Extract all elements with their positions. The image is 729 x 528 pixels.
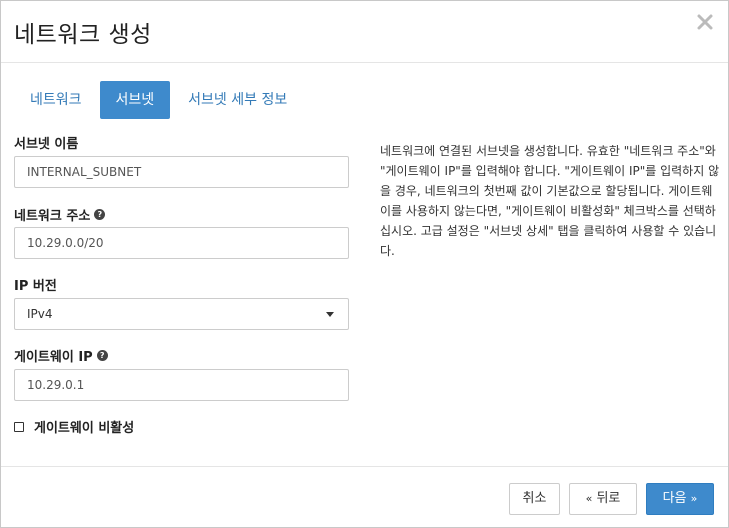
network-address-label: 네트워크 주소 ? bbox=[14, 205, 106, 224]
disable-gateway-checkbox[interactable] bbox=[14, 421, 24, 432]
close-button[interactable] bbox=[696, 13, 714, 31]
modal-header: 네트워크 생성 bbox=[1, 1, 728, 63]
help-icon[interactable]: ? bbox=[94, 209, 106, 220]
tab-network[interactable]: 네트워크 bbox=[14, 81, 98, 119]
ip-version-select[interactable]: IPv4 bbox=[14, 298, 349, 330]
back-button[interactable]: « 뒤로 bbox=[569, 483, 637, 515]
wizard-tabs: 네트워크 서브넷 서브넷 세부 정보 bbox=[14, 81, 305, 119]
chevron-left-icon: « bbox=[585, 492, 593, 505]
close-icon bbox=[697, 14, 713, 30]
caret-down-icon bbox=[326, 312, 334, 317]
tab-subnet-details[interactable]: 서브넷 세부 정보 bbox=[172, 81, 303, 119]
gateway-ip-input[interactable] bbox=[14, 369, 349, 401]
gateway-ip-label: 게이트웨이 IP ? bbox=[14, 346, 108, 365]
disable-gateway-label[interactable]: 게이트웨이 비활성 bbox=[34, 417, 134, 436]
help-text: 네트워크에 연결된 서브넷을 생성합니다. 유효한 "네트워크 주소"와 "게이… bbox=[380, 144, 720, 258]
next-button[interactable]: 다음 » bbox=[646, 483, 714, 515]
modal-footer: 취소 « 뒤로 다음 » bbox=[1, 466, 728, 528]
ip-version-label: IP 버전 bbox=[14, 279, 57, 294]
modal-title: 네트워크 생성 bbox=[14, 22, 152, 48]
chevron-right-icon: » bbox=[690, 492, 698, 505]
subnet-name-input[interactable] bbox=[14, 156, 349, 188]
disable-gateway-row: 게이트웨이 비활성 bbox=[14, 417, 134, 436]
cancel-button[interactable]: 취소 bbox=[509, 483, 560, 515]
create-network-modal: 네트워크 생성 네트워크 서브넷 서브넷 세부 정보 서브넷 이름 네트워크 주… bbox=[0, 0, 729, 528]
subnet-name-label: 서브넷 이름 bbox=[14, 137, 79, 152]
help-icon[interactable]: ? bbox=[96, 350, 108, 361]
network-address-input[interactable] bbox=[14, 227, 349, 259]
tab-subnet[interactable]: 서브넷 bbox=[99, 81, 171, 119]
